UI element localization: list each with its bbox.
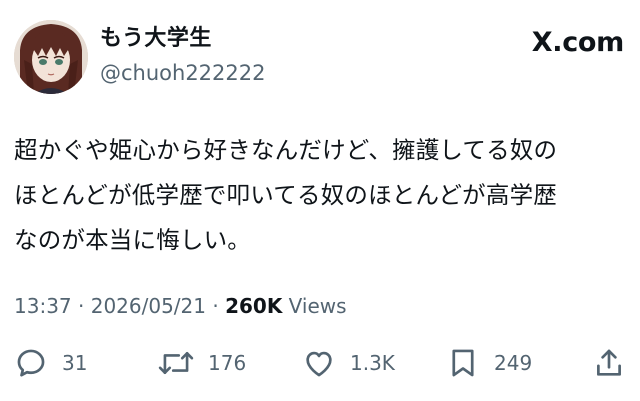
action-bar: 31 176 1.3K 249 — [14, 343, 626, 383]
bookmark-icon — [452, 349, 474, 377]
reply-icon — [17, 349, 45, 377]
repost-icon — [158, 351, 194, 375]
bookmark-button[interactable]: 249 — [446, 343, 532, 383]
author-info: もう大学生 @chuoh222222 — [100, 24, 266, 88]
tweet-meta: 13:37 · 2026/05/21 · 260K Views — [14, 291, 347, 321]
display-name[interactable]: もう大学生 — [100, 24, 266, 54]
tweet-date[interactable]: 2026/05/21 — [91, 294, 206, 318]
like-count: 1.3K — [350, 351, 395, 375]
repost-button[interactable]: 176 — [158, 343, 246, 383]
share-button[interactable] — [592, 343, 626, 383]
reply-count: 31 — [62, 351, 88, 375]
meta-separator-2: · — [206, 294, 226, 318]
meta-separator: · — [71, 294, 91, 318]
like-button[interactable]: 1.3K — [302, 343, 395, 383]
tweet-text: 超かぐや姫心から好きなんだけど、擁護してる奴の ほとんどが低学歴で叩いてる奴のほ… — [14, 136, 558, 254]
avatar[interactable] — [14, 20, 88, 94]
share-icon — [597, 349, 621, 376]
views-count: 260K — [225, 294, 283, 318]
tweet-card: もう大学生 @chuoh222222 X.com 超かぐや姫心から好きなんだけど… — [0, 0, 640, 401]
user-handle[interactable]: @chuoh222222 — [100, 58, 266, 88]
heart-icon — [306, 351, 332, 377]
tweet-header: もう大学生 @chuoh222222 X.com — [14, 20, 626, 94]
bookmark-count: 249 — [494, 351, 533, 375]
brand-logo: X.com — [531, 27, 625, 58]
repost-count: 176 — [208, 351, 247, 375]
avatar-illustration — [14, 20, 88, 94]
views-label: Views — [282, 294, 347, 318]
tweet-time[interactable]: 13:37 — [14, 294, 72, 318]
reply-button[interactable]: 31 — [14, 343, 87, 383]
